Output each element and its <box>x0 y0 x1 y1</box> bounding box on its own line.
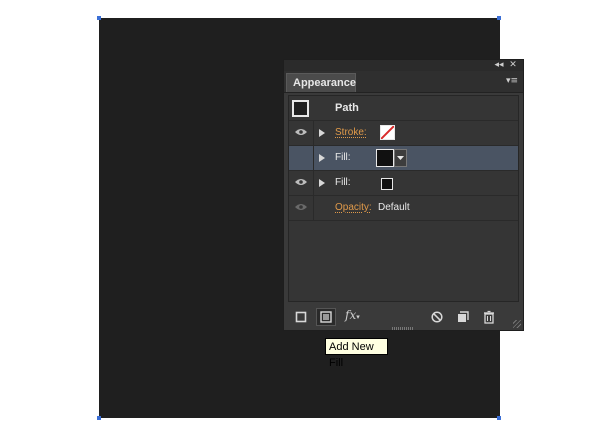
appearance-attributes-list: Path Stroke: Fill: Fill: Opacity: Defaul… <box>288 95 519 302</box>
anchor-point-top-right[interactable] <box>497 16 501 20</box>
panel-titlebar[interactable]: ◂◂ ✕ <box>284 60 523 71</box>
opacity-visibility-toggle[interactable] <box>289 196 314 220</box>
list-item-fill-selected[interactable]: Fill: <box>289 146 518 171</box>
stroke-visibility-toggle[interactable] <box>289 121 314 145</box>
panel-drag-grip[interactable] <box>392 327 414 330</box>
tooltip: Add New Fill <box>325 338 388 369</box>
fill-visibility-toggle[interactable] <box>289 171 314 195</box>
none-slash-icon <box>381 126 394 139</box>
appearance-panel: ◂◂ ✕ Appearance ▾≡ Path Stroke: Fill: Fi… <box>283 59 524 331</box>
eye-icon <box>295 129 307 135</box>
add-new-stroke-icon[interactable] <box>294 310 308 324</box>
duplicate-item-icon[interactable] <box>456 310 470 324</box>
list-item-stroke[interactable]: Stroke: <box>289 121 518 146</box>
fx-icon: fx <box>345 308 357 322</box>
add-new-fill-button[interactable] <box>316 308 336 326</box>
list-item-opacity[interactable]: Opacity: Default <box>289 196 518 221</box>
opacity-value: Default <box>378 202 410 213</box>
fill-swatch-dropdown[interactable] <box>394 149 407 167</box>
add-new-fill-icon <box>320 311 332 323</box>
close-panel-icon[interactable]: ✕ <box>507 60 519 71</box>
list-item-path[interactable]: Path <box>289 96 518 121</box>
expand-arrow-icon[interactable] <box>319 154 325 162</box>
eye-icon <box>295 179 307 185</box>
path-label: Path <box>335 102 359 114</box>
clear-appearance-icon[interactable] <box>430 310 444 324</box>
anchor-point-top-left[interactable] <box>97 16 101 20</box>
panel-resize-grip[interactable] <box>513 320 521 328</box>
panel-footer-toolbar: fx▾ <box>284 305 523 330</box>
list-item-fill[interactable]: Fill: <box>289 171 518 196</box>
eye-icon <box>295 204 307 210</box>
fx-caret-icon: ▾ <box>356 313 360 321</box>
fill-color-swatch[interactable] <box>376 149 394 167</box>
path-thumbnail-icon <box>292 100 309 117</box>
anchor-point-bottom-left[interactable] <box>97 416 101 420</box>
add-new-effect-button[interactable]: fx▾ <box>345 308 360 322</box>
expand-arrow-icon[interactable] <box>319 129 325 137</box>
fill-label: Fill: <box>335 177 351 188</box>
panel-tab-strip: Appearance ▾≡ <box>284 71 523 93</box>
fill-color-swatch[interactable] <box>381 178 393 190</box>
path-thumbnail-cell <box>289 96 314 120</box>
fill-label: Fill: <box>335 152 351 163</box>
trash-icon[interactable] <box>482 310 496 324</box>
opacity-label[interactable]: Opacity: <box>335 196 372 220</box>
chevron-down-icon <box>397 156 404 160</box>
panel-menu-icon[interactable]: ▾≡ <box>505 75 519 87</box>
fill-visibility-toggle[interactable] <box>289 146 314 170</box>
anchor-point-bottom-right[interactable] <box>497 416 501 420</box>
tab-appearance[interactable]: Appearance <box>286 73 356 92</box>
stroke-label[interactable]: Stroke: <box>335 121 367 145</box>
stroke-none-swatch[interactable] <box>380 125 395 140</box>
expand-arrow-icon[interactable] <box>319 179 325 187</box>
collapse-panel-icon[interactable]: ◂◂ <box>493 60 505 71</box>
